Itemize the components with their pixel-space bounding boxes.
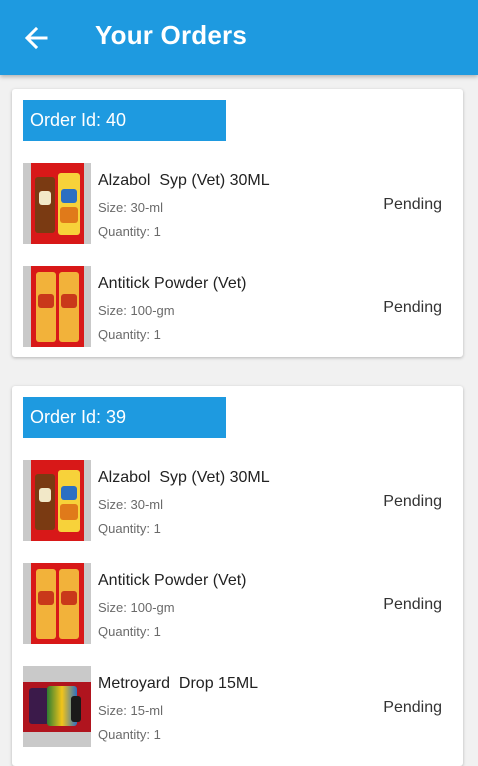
- product-image: [23, 666, 91, 747]
- product-size: Size: 30-ml: [98, 200, 164, 215]
- status-badge: Pending: [383, 196, 442, 213]
- product-size: Size: 30-ml: [98, 497, 164, 512]
- product-size: Size: 100-gm: [98, 600, 175, 615]
- order-item[interactable]: Metroyard Drop 15ML Size: 15-ml Quantity…: [23, 666, 453, 748]
- page-title: Your Orders: [95, 20, 247, 50]
- product-image: [23, 563, 91, 644]
- product-quantity: Quantity: 1: [98, 327, 161, 342]
- product-image: [23, 460, 91, 541]
- order-id-label: Order Id: 40: [23, 100, 226, 141]
- order-card[interactable]: Order Id: 39 Alzabol Syp (Vet) 30ML Size…: [12, 386, 463, 766]
- back-button[interactable]: [22, 24, 50, 52]
- status-badge: Pending: [383, 596, 442, 613]
- product-image: [23, 163, 91, 244]
- product-size: Size: 15-ml: [98, 703, 164, 718]
- product-name: Antitick Powder (Vet): [98, 275, 247, 292]
- product-quantity: Quantity: 1: [98, 521, 161, 536]
- product-name: Alzabol Syp (Vet) 30ML: [98, 172, 270, 189]
- arrow-left-icon: [24, 26, 48, 50]
- status-badge: Pending: [383, 699, 442, 716]
- order-card[interactable]: Order Id: 40 Alzabol Syp (Vet) 30ML Size…: [12, 89, 463, 357]
- order-id-label: Order Id: 39: [23, 397, 226, 438]
- product-image: [23, 266, 91, 347]
- order-item[interactable]: Antitick Powder (Vet) Size: 100-gm Quant…: [23, 563, 453, 645]
- product-quantity: Quantity: 1: [98, 727, 161, 742]
- status-badge: Pending: [383, 299, 442, 316]
- status-badge: Pending: [383, 493, 442, 510]
- order-item[interactable]: Alzabol Syp (Vet) 30ML Size: 30-ml Quant…: [23, 163, 453, 245]
- product-name: Alzabol Syp (Vet) 30ML: [98, 469, 270, 486]
- order-item[interactable]: Alzabol Syp (Vet) 30ML Size: 30-ml Quant…: [23, 460, 453, 542]
- product-name: Antitick Powder (Vet): [98, 572, 247, 589]
- order-item[interactable]: Antitick Powder (Vet) Size: 100-gm Quant…: [23, 266, 453, 348]
- product-quantity: Quantity: 1: [98, 624, 161, 639]
- product-quantity: Quantity: 1: [98, 224, 161, 239]
- app-bar: Your Orders: [0, 0, 478, 75]
- product-size: Size: 100-gm: [98, 303, 175, 318]
- product-name: Metroyard Drop 15ML: [98, 675, 259, 692]
